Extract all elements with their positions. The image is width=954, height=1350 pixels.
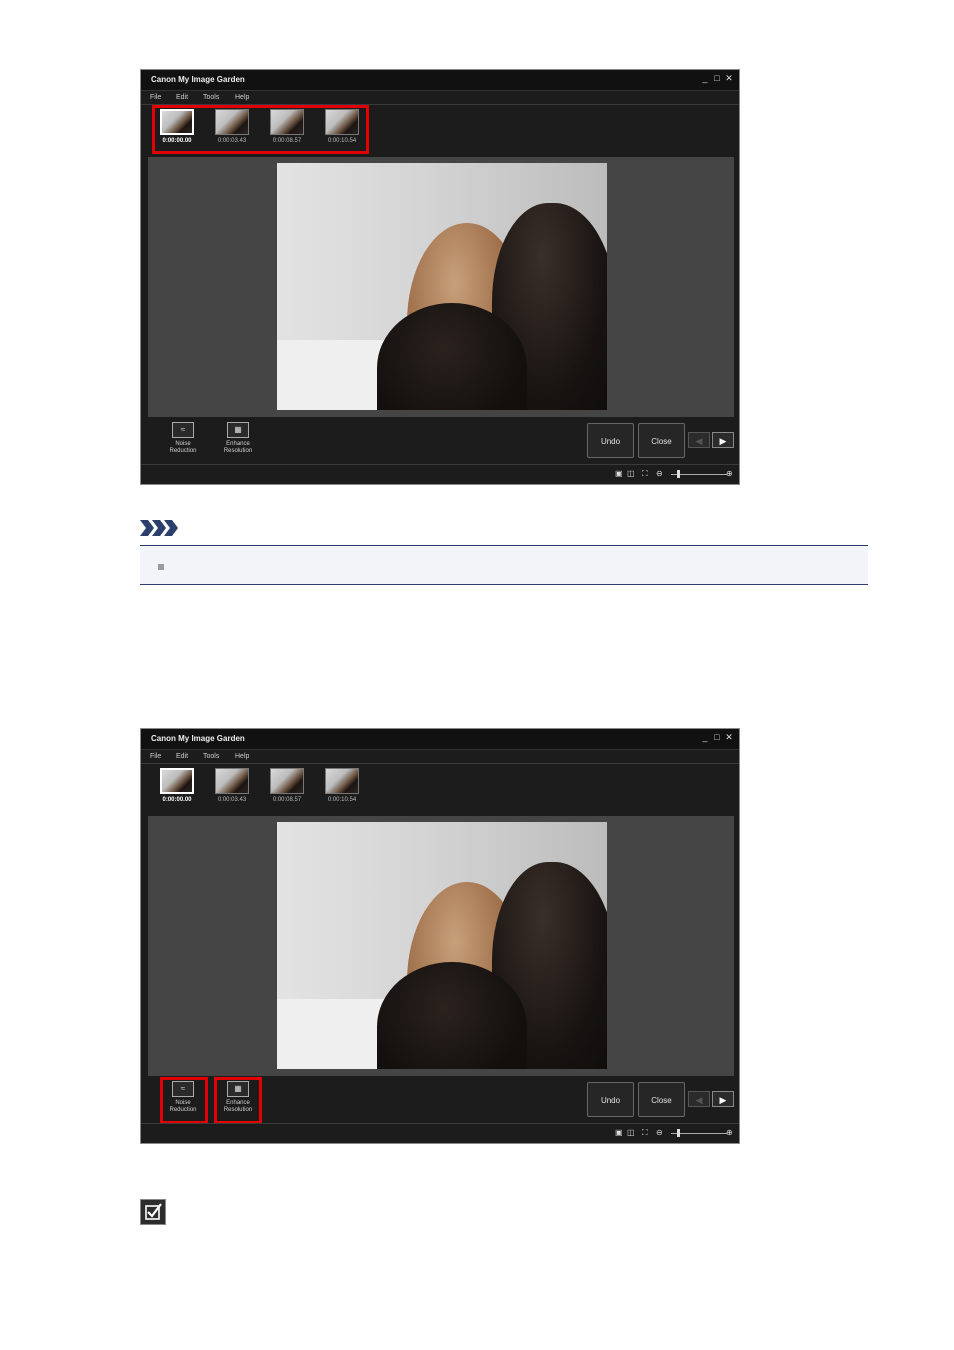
frame-image: [325, 768, 359, 794]
compare-view-icon[interactable]: ◫: [627, 469, 635, 478]
close-button[interactable]: Close: [638, 1082, 685, 1117]
window-controls: _ □ ✕: [701, 74, 733, 83]
note-box: [140, 545, 868, 585]
menu-help[interactable]: Help: [235, 753, 249, 760]
menu-file[interactable]: File: [150, 753, 161, 760]
frame-thumbnail[interactable]: 0:00:10.54: [324, 768, 360, 803]
menu-bar: File Edit Tools Help: [141, 91, 739, 105]
title-bar: Canon My Image Garden _ □ ✕: [141, 70, 739, 91]
single-view-icon[interactable]: ▣: [615, 469, 623, 478]
previous-icon[interactable]: ◀: [688, 1091, 710, 1107]
zoom-slider-handle[interactable]: [677, 470, 680, 478]
fit-screen-icon[interactable]: ⛶: [642, 1128, 648, 1138]
close-icon[interactable]: ✕: [725, 733, 733, 742]
highlight-enhance-resolution: [214, 1077, 262, 1124]
frame-timecode: 0:00:03.43: [217, 797, 247, 803]
enhance-resolution-button[interactable]: ▦ Enhance Resolution: [216, 422, 260, 455]
zoom-in-icon[interactable]: ⊕: [726, 469, 733, 478]
preview-photo: [277, 822, 607, 1069]
previous-icon[interactable]: ◀: [688, 432, 710, 448]
enhance-resolution-label: Enhance Resolution: [223, 441, 253, 454]
menu-edit[interactable]: Edit: [176, 753, 188, 760]
status-bar: ▣ ◫ ⛶ ⊖ ⊕: [141, 464, 739, 484]
maximize-icon[interactable]: □: [713, 733, 721, 742]
preview-area: [148, 157, 734, 417]
frame-timecode: 0:00:00.00: [162, 797, 192, 803]
note-chevrons-icon: [140, 520, 178, 536]
checklist-icon: [140, 1199, 166, 1225]
zoom-out-icon[interactable]: ⊖: [656, 1128, 663, 1137]
zoom-out-icon[interactable]: ⊖: [656, 469, 663, 478]
screenshot-tools-highlighted: Canon My Image Garden _ □ ✕ File Edit To…: [140, 728, 740, 1144]
minimize-icon[interactable]: _: [701, 733, 709, 742]
frame-thumbnail[interactable]: 0:00:03.43: [214, 768, 250, 803]
noise-reduction-icon: ≈: [172, 422, 194, 438]
window-controls: _ □ ✕: [701, 733, 733, 742]
close-icon[interactable]: ✕: [725, 74, 733, 83]
noise-reduction-label: Noise Reduction: [169, 441, 197, 454]
menu-bar: File Edit Tools Help: [141, 750, 739, 764]
app-title: Canon My Image Garden: [151, 75, 245, 84]
next-icon[interactable]: ▶: [712, 1091, 734, 1107]
status-bar: ▣ ◫ ⛶ ⊖ ⊕: [141, 1123, 739, 1143]
highlight-frame-strip: [152, 105, 369, 154]
menu-tools[interactable]: Tools: [203, 94, 219, 101]
frame-strip: 0:00:00.00 0:00:03.43 0:00:08.57 0:00:10…: [141, 764, 739, 814]
frame-thumbnail[interactable]: 0:00:00.00: [159, 768, 195, 803]
minimize-icon[interactable]: _: [701, 74, 709, 83]
preview-area: [148, 816, 734, 1076]
maximize-icon[interactable]: □: [713, 74, 721, 83]
single-view-icon[interactable]: ▣: [615, 1128, 623, 1137]
fit-screen-icon[interactable]: ⛶: [642, 469, 648, 479]
zoom-in-icon[interactable]: ⊕: [726, 1128, 733, 1137]
zoom-slider-handle[interactable]: [677, 1129, 680, 1137]
note-bullet: [158, 564, 164, 570]
menu-help[interactable]: Help: [235, 94, 249, 101]
next-icon[interactable]: ▶: [712, 432, 734, 448]
app-title: Canon My Image Garden: [151, 734, 245, 743]
frame-image: [215, 768, 249, 794]
frame-thumbnail[interactable]: 0:00:08.57: [269, 768, 305, 803]
frame-timecode: 0:00:10.54: [327, 797, 357, 803]
menu-edit[interactable]: Edit: [176, 94, 188, 101]
frame-image: [270, 768, 304, 794]
noise-reduction-button[interactable]: ≈ Noise Reduction: [161, 422, 205, 455]
menu-file[interactable]: File: [150, 94, 161, 101]
undo-button[interactable]: Undo: [587, 1082, 634, 1117]
menu-tools[interactable]: Tools: [203, 753, 219, 760]
enhance-resolution-icon: ▦: [227, 422, 249, 438]
frame-image: [160, 768, 194, 794]
close-button[interactable]: Close: [638, 423, 685, 458]
undo-button[interactable]: Undo: [587, 423, 634, 458]
compare-view-icon[interactable]: ◫: [627, 1128, 635, 1137]
highlight-noise-reduction: [160, 1077, 208, 1124]
frame-timecode: 0:00:08.57: [272, 797, 302, 803]
preview-photo: [277, 163, 607, 410]
title-bar: Canon My Image Garden _ □ ✕: [141, 729, 739, 750]
edit-toolbar: ≈ Noise Reduction ▦ Enhance Resolution U…: [141, 420, 739, 462]
screenshot-thumbnails-highlighted: Canon My Image Garden _ □ ✕ File Edit To…: [140, 69, 740, 485]
